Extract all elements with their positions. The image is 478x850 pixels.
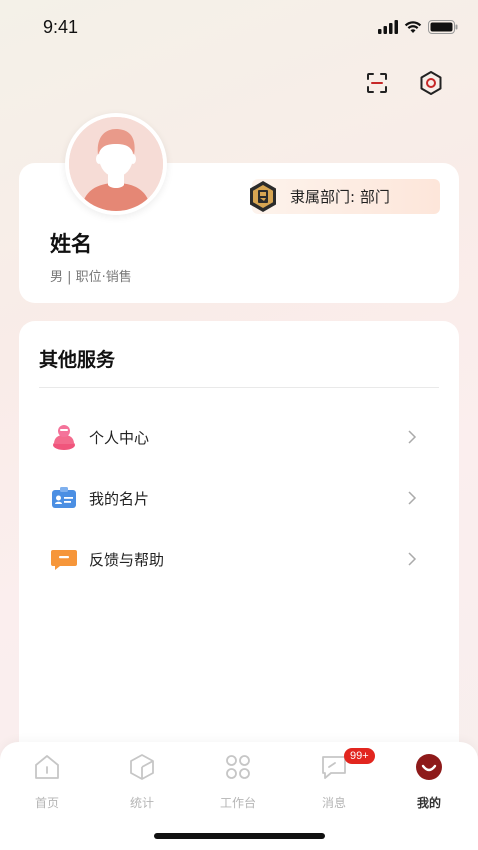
service-label: 反馈与帮助 (89, 550, 165, 569)
service-label: 我的名片 (89, 489, 150, 508)
service-item-business-card[interactable]: 我的名片 (19, 473, 459, 523)
workbench-icon (226, 755, 250, 779)
department-label: 隶属部门: 部门 (290, 188, 390, 206)
default-avatar-icon (69, 117, 163, 211)
status-icons (378, 20, 458, 34)
person-center-icon (53, 425, 75, 450)
services-card: 其他服务 个人中心 我的名片 反馈与帮助 (19, 321, 459, 771)
settings-icon (420, 71, 442, 95)
settings-button[interactable] (416, 68, 446, 98)
department-pill: 隶属部门: 部门 (250, 179, 440, 214)
signal-icon (378, 20, 398, 34)
service-item-feedback-help[interactable]: 反馈与帮助 (19, 534, 459, 584)
tab-home[interactable]: 首页 (7, 750, 87, 810)
home-icon (35, 755, 59, 779)
scan-button[interactable] (362, 68, 392, 98)
tab-stats[interactable]: 统计 (102, 750, 182, 810)
feedback-icon (51, 550, 77, 570)
chevron-right-icon (408, 430, 417, 444)
business-card-icon (52, 487, 76, 508)
service-label: 个人中心 (89, 428, 150, 447)
profile-meta: 男 | 职位·销售 (50, 270, 132, 285)
battery-icon (428, 20, 458, 34)
tab-label: 统计 (129, 796, 154, 810)
chevron-right-icon (408, 552, 417, 566)
tab-workbench[interactable]: 工作台 (198, 750, 278, 810)
status-bar: 9:41 (0, 0, 478, 56)
services-title: 其他服务 (39, 349, 116, 371)
wifi-icon (404, 21, 422, 33)
tab-label: 工作台 (219, 796, 256, 810)
tab-label: 我的 (416, 796, 441, 810)
tab-messages[interactable]: 99+ 消息 (294, 748, 375, 810)
service-item-personal-center[interactable]: 个人中心 (19, 412, 459, 462)
tab-label: 首页 (34, 796, 59, 810)
message-count-badge: 99+ (344, 748, 375, 764)
avatar[interactable] (65, 113, 167, 215)
mine-icon (416, 754, 442, 780)
status-time: 9:41 (43, 17, 79, 37)
tab-label: 消息 (321, 796, 346, 810)
chevron-right-icon (408, 491, 417, 505)
divider (39, 387, 439, 388)
avatar-image (69, 117, 163, 211)
department-badge-icon (250, 181, 276, 212)
stats-icon (130, 754, 154, 780)
top-actions (362, 68, 446, 98)
scan-icon (367, 73, 387, 93)
profile-name: 姓名 (50, 232, 92, 256)
tab-mine[interactable]: 我的 (389, 750, 469, 810)
home-indicator (154, 833, 325, 839)
